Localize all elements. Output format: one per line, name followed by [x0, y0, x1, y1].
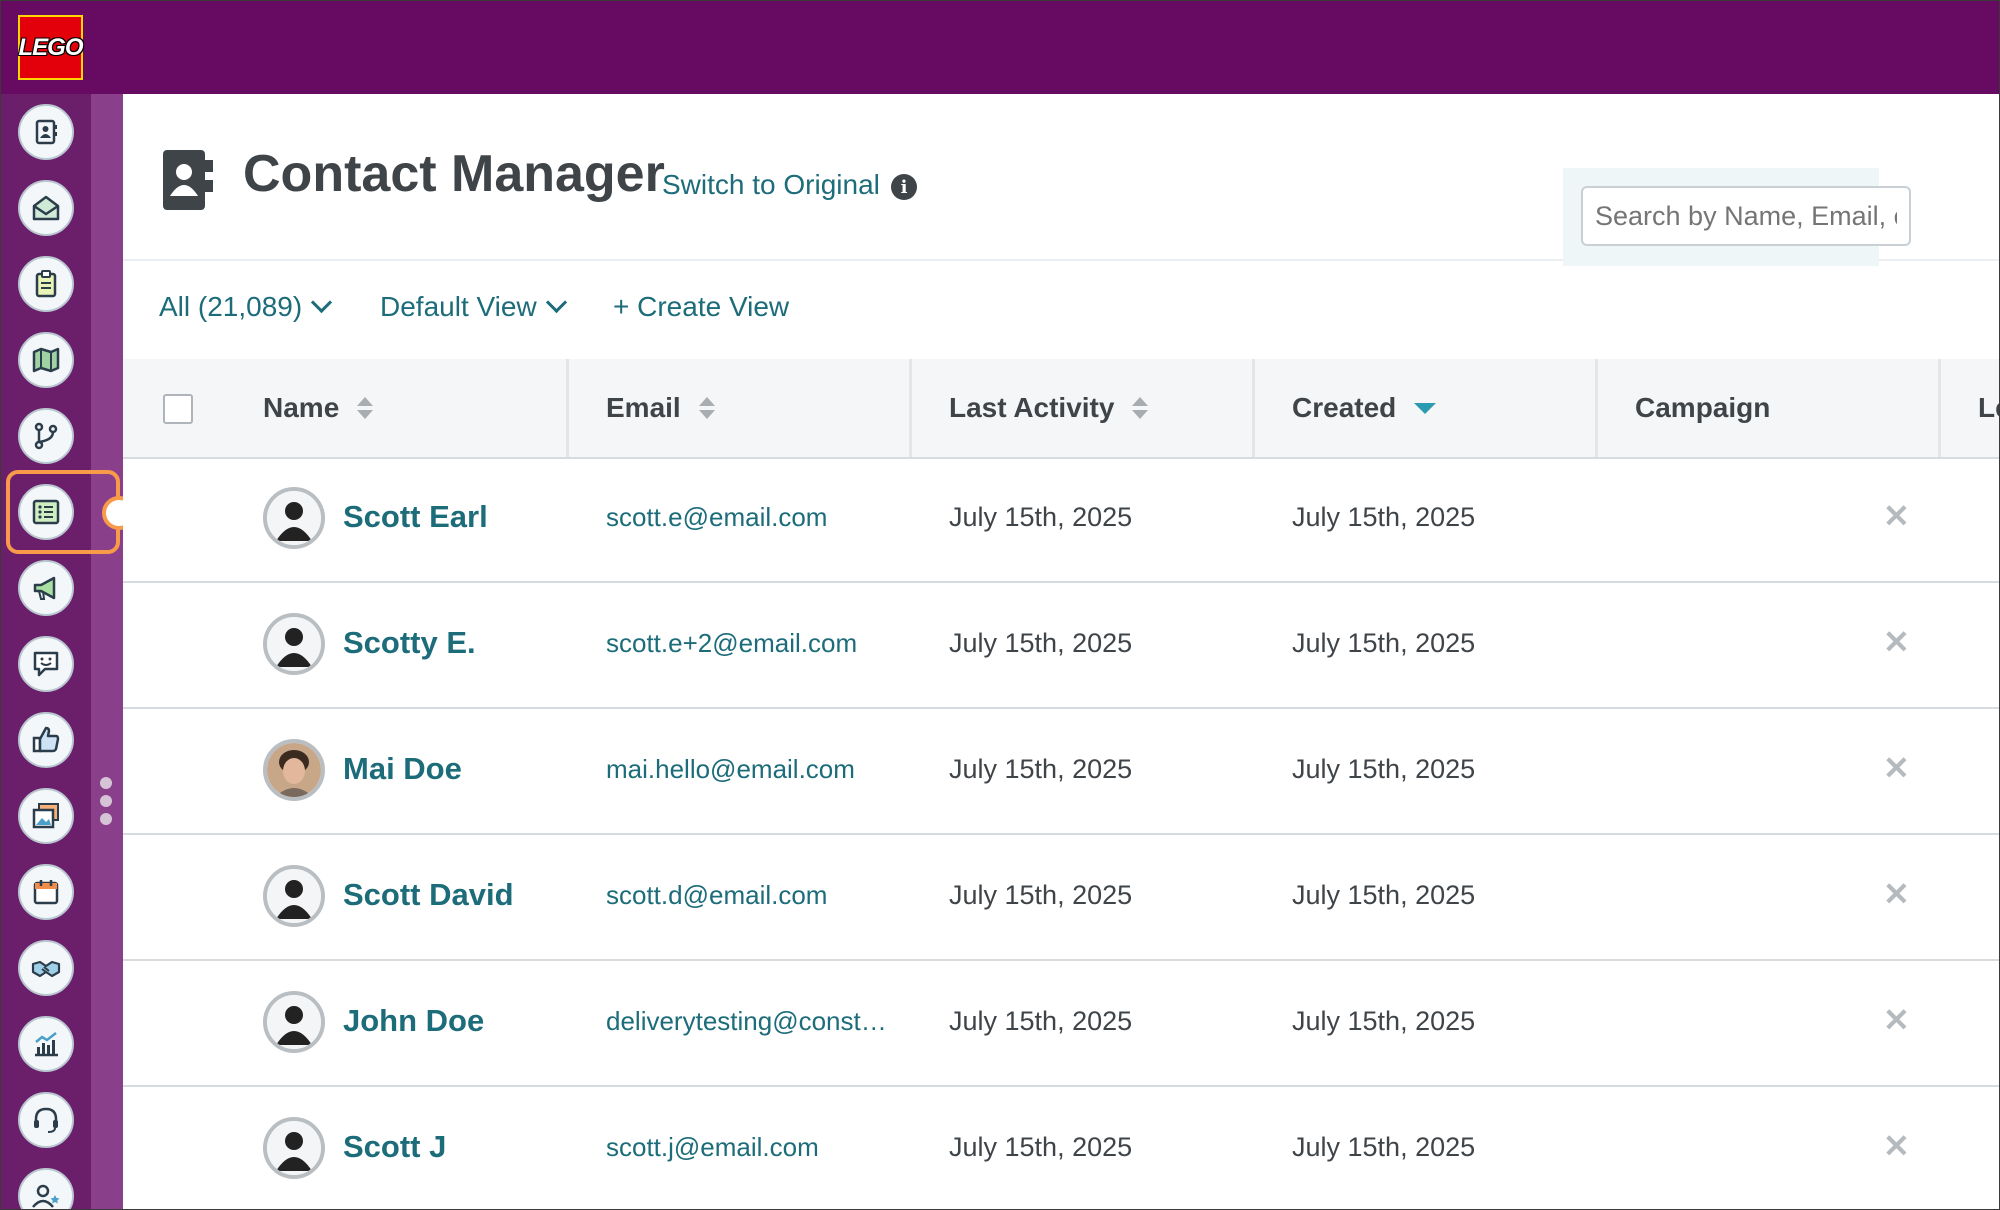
logo-text: LEGO: [18, 33, 84, 61]
app-window: LEGO Contact Manager Switch to Original …: [0, 0, 2000, 1210]
branch-icon[interactable]: [18, 408, 74, 464]
image-gallery-icon[interactable]: [18, 788, 74, 844]
filter-dropdown[interactable]: All (21,089): [159, 291, 333, 323]
view-dropdown[interactable]: Default View: [380, 291, 567, 323]
email-open-icon[interactable]: [18, 180, 74, 236]
sidebar-collapse-strip[interactable]: [91, 94, 123, 1209]
thumbs-up-icon[interactable]: [18, 712, 74, 768]
chevron-down-icon: [311, 291, 333, 314]
toolbar: All (21,089) Default View + Create View: [123, 261, 1999, 359]
info-icon[interactable]: i: [891, 174, 917, 200]
map-icon[interactable]: [18, 332, 74, 388]
analytics-chart-icon[interactable]: [18, 1016, 74, 1072]
chevron-down-icon: [545, 291, 567, 314]
handshake-icon[interactable]: [18, 940, 74, 996]
headset-icon[interactable]: [18, 1092, 74, 1148]
user-star-icon[interactable]: [18, 1168, 74, 1209]
top-bar: LEGO: [1, 1, 1999, 94]
view-label: Default View: [380, 291, 537, 322]
resize-handle[interactable]: [100, 777, 114, 827]
create-view-button[interactable]: + Create View: [613, 291, 789, 323]
page-title: Contact Manager: [243, 145, 665, 203]
filter-count: (21,089): [197, 291, 303, 322]
contact-book-icon: [163, 150, 213, 210]
chat-smile-icon[interactable]: [18, 636, 74, 692]
search-input[interactable]: [1581, 186, 1911, 246]
contacts-book-icon[interactable]: [18, 104, 74, 160]
sidebar: [1, 94, 91, 1209]
switch-to-original-link[interactable]: Switch to Original: [662, 169, 880, 201]
calendar-icon[interactable]: [18, 864, 74, 920]
filter-label: All: [159, 291, 191, 322]
megaphone-icon[interactable]: [18, 560, 74, 616]
lego-logo[interactable]: LEGO: [18, 15, 84, 80]
clipboard-icon[interactable]: [18, 256, 74, 312]
